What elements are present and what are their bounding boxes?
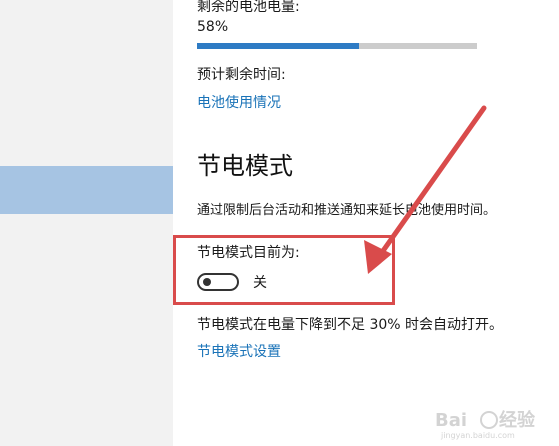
svg-text:jingyan.baidu.com: jingyan.baidu.com xyxy=(440,431,515,440)
battery-usage-link[interactable]: 电池使用情况 xyxy=(197,94,281,112)
battery-level-fill xyxy=(197,43,360,49)
annotation-highlight-box xyxy=(173,235,395,305)
battery-saver-settings-link[interactable]: 节电模式设置 xyxy=(197,343,281,361)
baidu-watermark-logo: Bai 经验 jingyan.baidu.com xyxy=(435,409,536,440)
battery-percent: 58% xyxy=(197,19,229,35)
svg-text:Bai: Bai xyxy=(435,410,467,431)
estimated-time-label: 预计剩余时间: xyxy=(197,67,286,83)
svg-text:经验: 经验 xyxy=(499,409,536,431)
battery-settings-panel: 剩余的电池电量: 58% 预计剩余时间: 电池使用情况 节电模式 通过限制后台活… xyxy=(197,0,559,446)
sidebar xyxy=(0,0,173,446)
battery-saver-auto-text: 节电模式在电量下降到不足 30% 时会自动打开。 xyxy=(197,317,504,333)
battery-level-bar xyxy=(197,43,477,49)
sidebar-item-selected[interactable] xyxy=(0,166,173,214)
battery-saver-description: 通过限制后台活动和推送通知来延长电池使用时间。 xyxy=(197,203,497,218)
battery-saver-title: 节电模式 xyxy=(197,152,293,180)
battery-remaining-label: 剩余的电池电量: xyxy=(197,0,300,15)
